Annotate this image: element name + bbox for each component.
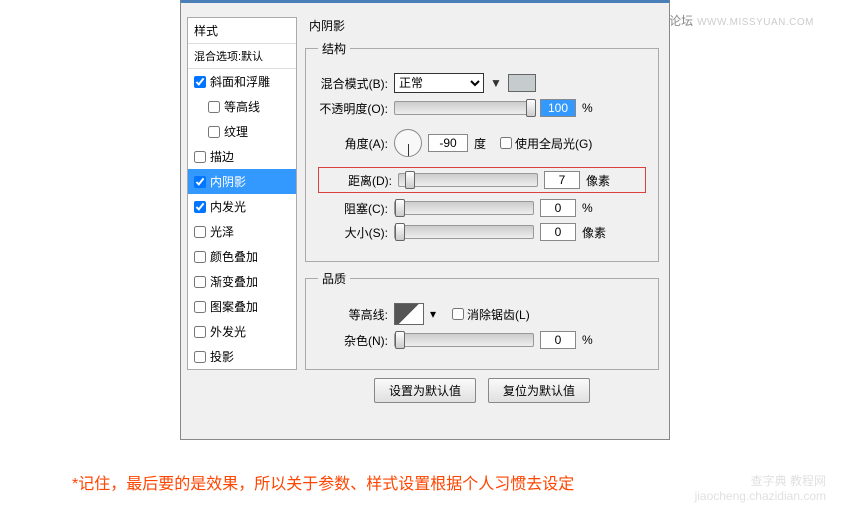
quality-group: 品质 等高线: ▾ 消除锯齿(L) 杂色(N): % bbox=[305, 270, 659, 370]
style-item-8[interactable]: 渐变叠加 bbox=[188, 269, 296, 294]
antialias-checkbox[interactable]: 消除锯齿(L) bbox=[452, 306, 530, 323]
style-checkbox[interactable] bbox=[194, 301, 206, 313]
styles-header[interactable]: 样式 bbox=[188, 18, 296, 44]
noise-label: 杂色(N): bbox=[318, 332, 388, 349]
distance-input[interactable] bbox=[544, 171, 580, 189]
blend-options-default[interactable]: 混合选项:默认 bbox=[188, 44, 296, 69]
effect-settings-panel: 内阴影 结构 混合模式(B): 正常 ▼ 不透明度(O): % 角度(A): 度 bbox=[305, 17, 659, 429]
structure-legend: 结构 bbox=[318, 40, 350, 57]
reset-default-button[interactable]: 复位为默认值 bbox=[488, 378, 590, 403]
watermark: 查字典 教程网 jiaocheng.chazidian.com bbox=[695, 472, 826, 503]
angle-unit: 度 bbox=[474, 135, 494, 152]
noise-slider[interactable] bbox=[394, 333, 534, 347]
style-item-10[interactable]: 外发光 bbox=[188, 319, 296, 344]
noise-input[interactable] bbox=[540, 331, 576, 349]
style-item-0[interactable]: 斜面和浮雕 bbox=[188, 69, 296, 94]
opacity-slider[interactable] bbox=[394, 101, 534, 115]
angle-dial[interactable] bbox=[394, 129, 422, 157]
style-item-2[interactable]: 纹理 bbox=[188, 119, 296, 144]
opacity-input[interactable] bbox=[540, 99, 576, 117]
quality-legend: 品质 bbox=[318, 270, 350, 287]
contour-picker[interactable] bbox=[394, 303, 424, 325]
style-checkbox[interactable] bbox=[194, 151, 206, 163]
distance-unit: 像素 bbox=[586, 172, 610, 189]
styles-list: 样式 混合选项:默认 斜面和浮雕等高线纹理描边内阴影内发光光泽颜色叠加渐变叠加图… bbox=[187, 17, 297, 370]
angle-label: 角度(A): bbox=[318, 135, 388, 152]
style-checkbox[interactable] bbox=[194, 326, 206, 338]
style-checkbox[interactable] bbox=[194, 76, 206, 88]
style-label: 斜面和浮雕 bbox=[210, 73, 270, 90]
style-checkbox[interactable] bbox=[194, 351, 206, 363]
contour-label: 等高线: bbox=[318, 306, 388, 323]
structure-group: 结构 混合模式(B): 正常 ▼ 不透明度(O): % 角度(A): 度 使用全… bbox=[305, 40, 659, 262]
opacity-unit: % bbox=[582, 101, 602, 115]
style-label: 颜色叠加 bbox=[210, 248, 258, 265]
style-checkbox[interactable] bbox=[194, 226, 206, 238]
style-label: 渐变叠加 bbox=[210, 273, 258, 290]
style-label: 内阴影 bbox=[210, 173, 246, 190]
opacity-label: 不透明度(O): bbox=[318, 100, 388, 117]
style-checkbox[interactable] bbox=[194, 176, 206, 188]
style-item-7[interactable]: 颜色叠加 bbox=[188, 244, 296, 269]
tutorial-note: *记住，最后要的是效果，所以关于参数、样式设置根据个人习惯去设定 bbox=[72, 470, 574, 494]
style-label: 内发光 bbox=[210, 198, 246, 215]
blend-mode-select[interactable]: 正常 bbox=[394, 73, 484, 93]
style-checkbox[interactable] bbox=[194, 201, 206, 213]
layer-style-dialog: 样式 混合选项:默认 斜面和浮雕等高线纹理描边内阴影内发光光泽颜色叠加渐变叠加图… bbox=[180, 0, 670, 440]
style-label: 投影 bbox=[210, 348, 234, 365]
style-item-3[interactable]: 描边 bbox=[188, 144, 296, 169]
style-label: 光泽 bbox=[210, 223, 234, 240]
style-checkbox[interactable] bbox=[208, 101, 220, 113]
style-checkbox[interactable] bbox=[194, 276, 206, 288]
style-item-6[interactable]: 光泽 bbox=[188, 219, 296, 244]
style-item-5[interactable]: 内发光 bbox=[188, 194, 296, 219]
size-input[interactable] bbox=[540, 223, 576, 241]
size-slider[interactable] bbox=[394, 225, 534, 239]
choke-slider[interactable] bbox=[394, 201, 534, 215]
distance-label: 距离(D): bbox=[322, 172, 392, 189]
chevron-down-icon[interactable]: ▾ bbox=[430, 307, 436, 321]
style-item-9[interactable]: 图案叠加 bbox=[188, 294, 296, 319]
angle-input[interactable] bbox=[428, 134, 468, 152]
choke-input[interactable] bbox=[540, 199, 576, 217]
style-checkbox[interactable] bbox=[194, 251, 206, 263]
style-label: 等高线 bbox=[224, 98, 260, 115]
style-item-4[interactable]: 内阴影 bbox=[188, 169, 296, 194]
style-label: 外发光 bbox=[210, 323, 246, 340]
choke-label: 阻塞(C): bbox=[318, 200, 388, 217]
style-label: 图案叠加 bbox=[210, 298, 258, 315]
style-label: 纹理 bbox=[224, 123, 248, 140]
blend-mode-label: 混合模式(B): bbox=[318, 75, 388, 92]
style-item-1[interactable]: 等高线 bbox=[188, 94, 296, 119]
noise-unit: % bbox=[582, 333, 602, 347]
style-label: 描边 bbox=[210, 148, 234, 165]
size-label: 大小(S): bbox=[318, 224, 388, 241]
panel-title: 内阴影 bbox=[305, 17, 659, 34]
style-checkbox[interactable] bbox=[208, 126, 220, 138]
make-default-button[interactable]: 设置为默认值 bbox=[374, 378, 476, 403]
distance-slider[interactable] bbox=[398, 173, 538, 187]
global-light-checkbox[interactable]: 使用全局光(G) bbox=[500, 135, 592, 152]
size-unit: 像素 bbox=[582, 224, 606, 241]
choke-unit: % bbox=[582, 201, 602, 215]
style-item-11[interactable]: 投影 bbox=[188, 344, 296, 369]
color-swatch[interactable] bbox=[508, 74, 536, 92]
